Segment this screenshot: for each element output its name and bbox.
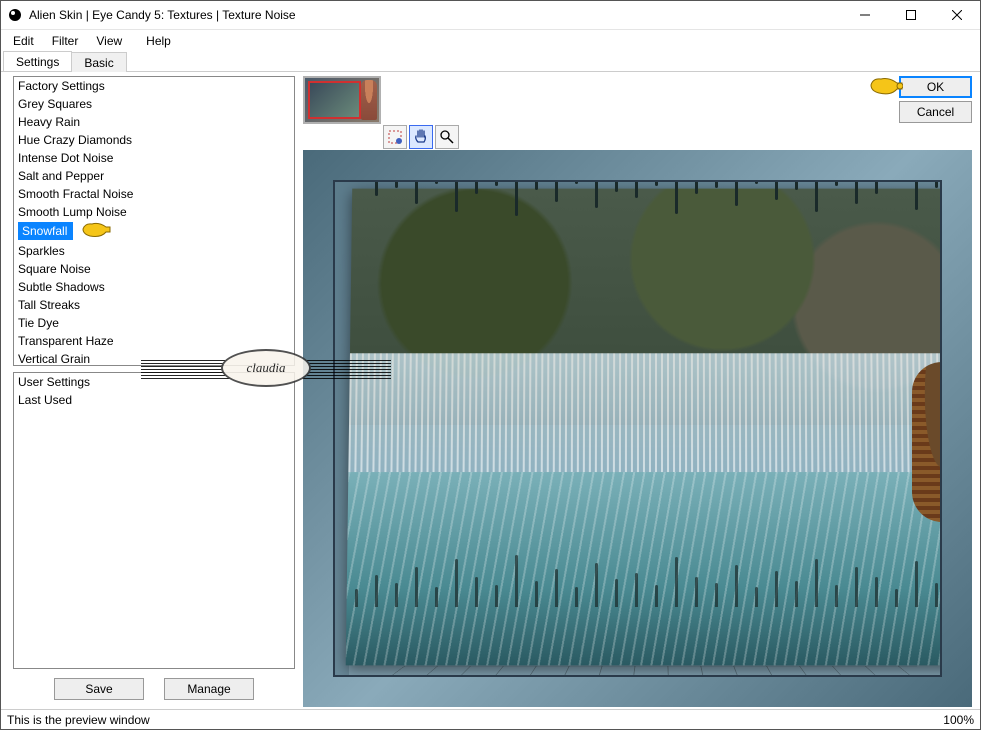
list-item[interactable]: Factory Settings [14,77,294,95]
close-button[interactable] [934,1,980,29]
app-icon [7,7,23,23]
list-item[interactable]: Sparkles [14,242,294,260]
menu-edit[interactable]: Edit [5,32,42,50]
titlebar: Alien Skin | Eye Candy 5: Textures | Tex… [1,1,980,30]
list-item[interactable]: Smooth Lump Noise [14,203,294,221]
user-settings-list[interactable]: User SettingsLast Used [13,372,295,669]
marquee-tool-icon[interactable] [383,125,407,149]
menubar: Edit Filter View Help [1,30,980,51]
preview-tools [303,124,972,150]
content-area: Factory SettingsGrey SquaresHeavy RainHu… [1,72,980,709]
list-item[interactable]: Hue Crazy Diamonds [14,131,294,149]
menu-help[interactable]: Help [138,32,179,50]
preview-canvas[interactable] [303,150,972,707]
list-item[interactable]: Snowfall [14,221,294,242]
minimize-button[interactable] [842,1,888,29]
pointer-icon [81,221,111,242]
list-item[interactable]: Square Noise [14,260,294,278]
list-item[interactable]: Tall Streaks [14,296,294,314]
list-item[interactable]: Smooth Fractal Noise [14,185,294,203]
watermark: claudia [201,331,331,401]
list-item[interactable]: Intense Dot Noise [14,149,294,167]
tab-settings[interactable]: Settings [3,51,72,71]
window-title: Alien Skin | Eye Candy 5: Textures | Tex… [29,8,842,22]
maximize-button[interactable] [888,1,934,29]
cancel-button[interactable]: Cancel [899,101,972,123]
app-window: Alien Skin | Eye Candy 5: Textures | Tex… [0,0,981,730]
zoom-level: 100% [943,713,974,727]
pointer-icon [869,76,901,100]
status-text: This is the preview window [7,713,150,727]
list-item[interactable]: Salt and Pepper [14,167,294,185]
menu-filter[interactable]: Filter [44,32,87,50]
menu-view[interactable]: View [88,32,130,50]
statusbar: This is the preview window 100% [1,709,980,729]
preview-thumbnail[interactable] [303,76,381,124]
tab-row: Settings Basic [1,51,980,72]
manage-button[interactable]: Manage [164,678,254,700]
factory-settings-list[interactable]: Factory SettingsGrey SquaresHeavy RainHu… [13,76,295,366]
dialog-buttons: OK Cancel [899,76,972,123]
tab-basic[interactable]: Basic [71,52,126,72]
list-item[interactable]: Tie Dye [14,314,294,332]
watermark-text: claudia [221,349,311,387]
list-item[interactable]: Subtle Shadows [14,278,294,296]
window-controls [842,1,980,29]
save-manage-row: Save Manage [13,675,295,707]
preview-pane: OK Cancel [299,72,980,709]
list-item[interactable]: Grey Squares [14,95,294,113]
zoom-tool-icon[interactable] [435,125,459,149]
save-button[interactable]: Save [54,678,144,700]
list-item[interactable]: Heavy Rain [14,113,294,131]
ok-button[interactable]: OK [899,76,972,98]
hand-tool-icon[interactable] [409,125,433,149]
